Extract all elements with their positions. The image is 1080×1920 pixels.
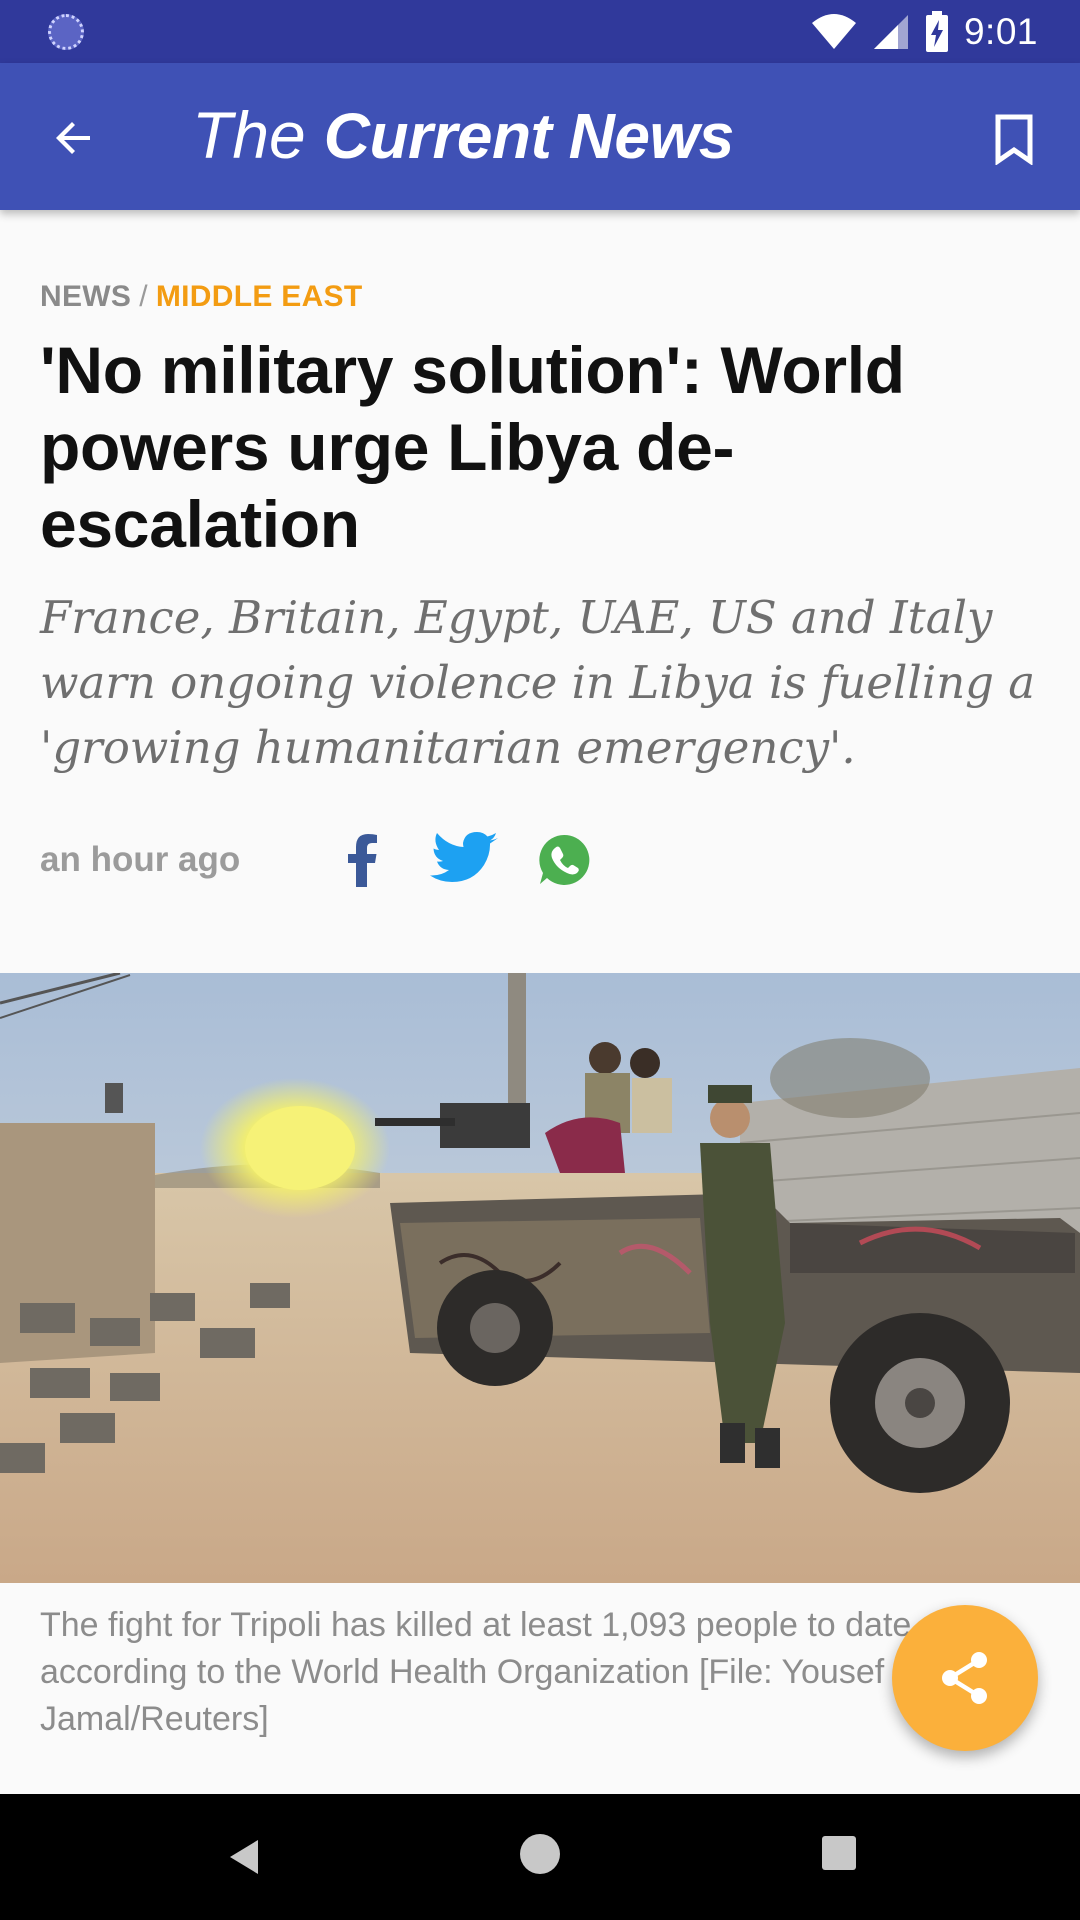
hero-photo: [0, 973, 1080, 1583]
share-facebook-button[interactable]: [332, 830, 392, 890]
arrow-back-icon: [55, 122, 90, 154]
whatsapp-icon: [539, 834, 590, 885]
article-subtitle: France, Britain, Egypt, UAE, US and Ital…: [40, 591, 1036, 774]
bookmark-button[interactable]: [978, 103, 1050, 175]
nav-home-icon[interactable]: [520, 1834, 560, 1874]
status-time: 9:01: [963, 11, 1038, 52]
system-nav-bar: [0, 1794, 1080, 1920]
breadcrumb-section-link[interactable]: MIDDLE EAST: [156, 280, 363, 313]
breadcrumb: NEWS / MIDDLE EAST: [40, 280, 362, 314]
share-twitter-button[interactable]: [428, 830, 500, 890]
app-logo: The Current News: [192, 97, 734, 177]
sync-icon: [48, 14, 84, 50]
breadcrumb-news-link[interactable]: NEWS: [40, 280, 131, 313]
bookmark-outline-icon: [995, 114, 1033, 165]
nav-recents-icon[interactable]: [822, 1836, 856, 1870]
cell-signal-icon: [873, 15, 908, 49]
nav-back-icon[interactable]: [222, 1832, 272, 1882]
app-bar: The Current News: [0, 63, 1080, 210]
brand-prefix: The: [192, 98, 306, 172]
share-fab-button[interactable]: [892, 1605, 1038, 1751]
facebook-icon: [348, 834, 377, 887]
battery-charging-icon: [925, 11, 948, 52]
article-meta: an hour ago: [40, 830, 592, 890]
breadcrumb-separator: /: [139, 280, 148, 313]
status-bar: 9:01: [0, 0, 1080, 63]
brand-name: Current News: [323, 100, 735, 172]
article-hero-image: [0, 973, 1080, 1583]
published-time: an hour ago: [40, 840, 241, 879]
article-headline: 'No military solution': World powers urg…: [40, 333, 905, 561]
twitter-icon: [430, 832, 498, 882]
wifi-icon: [811, 14, 856, 49]
back-button[interactable]: [36, 103, 111, 173]
share-icon: [942, 1652, 987, 1704]
status-icons: 9:01: [810, 8, 1038, 56]
share-whatsapp-button[interactable]: [536, 832, 592, 888]
